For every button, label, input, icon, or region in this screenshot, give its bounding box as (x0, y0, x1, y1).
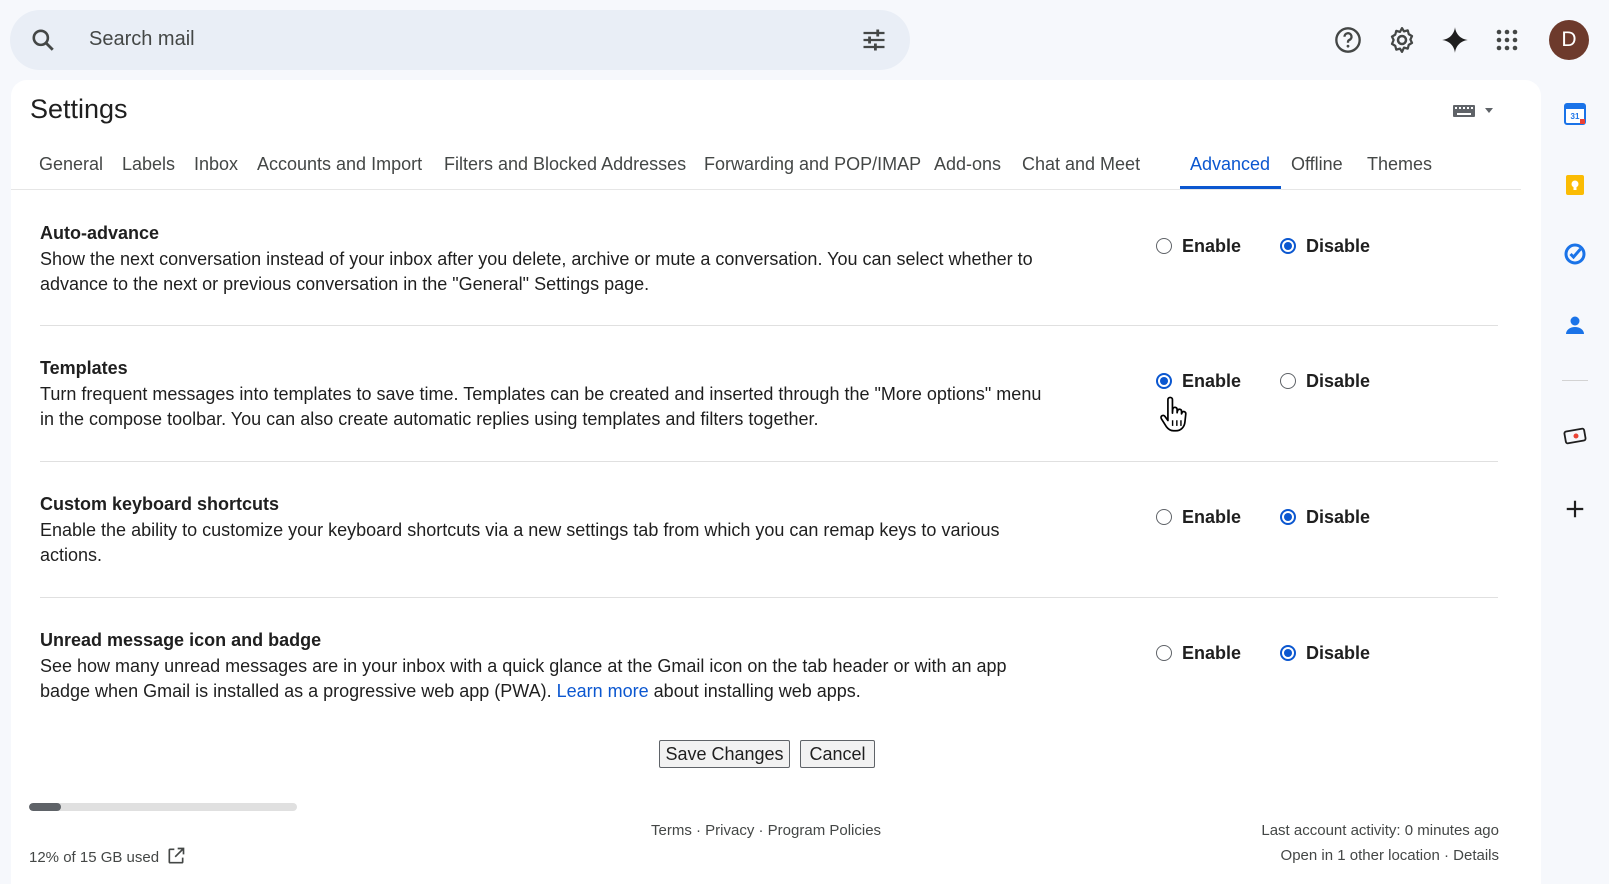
setting-description: Turn frequent messages into templates to… (40, 384, 1042, 429)
page-title: Settings (30, 94, 128, 124)
ticket-icon[interactable] (1562, 423, 1588, 449)
divider (40, 597, 1498, 598)
last-activity: Last account activity: 0 minutes ago (1261, 822, 1499, 839)
settings-tabs: General Labels Inbox Accounts and Import… (11, 140, 1521, 190)
keyboard-icon[interactable] (1451, 102, 1497, 120)
setting-description: Show the next conversation instead of yo… (40, 249, 1033, 294)
hand-cursor-icon (1160, 396, 1187, 432)
setting-description: See how many unread messages are in your… (40, 654, 1050, 704)
footer-links[interactable]: Terms · Privacy · Program Policies (651, 822, 881, 839)
disable-radio[interactable] (1280, 373, 1296, 389)
apps-icon[interactable] (1491, 24, 1523, 56)
tab-chat-and-meet[interactable]: Chat and Meet (1022, 154, 1140, 175)
keep-icon[interactable] (1562, 172, 1588, 198)
tab-advanced[interactable]: Advanced (1190, 154, 1270, 175)
disable-radio[interactable] (1280, 645, 1296, 661)
avatar[interactable]: D (1549, 20, 1589, 60)
add-icon[interactable] (1562, 496, 1588, 522)
setting-title: Templates (40, 358, 128, 378)
disable-label[interactable]: Disable (1306, 371, 1370, 392)
setting-description: Enable the ability to customize your key… (40, 520, 1000, 565)
search-bar[interactable]: Search mail (10, 10, 910, 70)
enable-label[interactable]: Enable (1182, 371, 1241, 392)
setting-title: Unread message icon and badge (40, 630, 322, 650)
tab-themes[interactable]: Themes (1367, 154, 1432, 175)
learn-more-link[interactable]: Learn more (557, 681, 649, 701)
tune-icon[interactable] (860, 26, 888, 54)
calendar-icon[interactable]: 31 (1562, 101, 1588, 127)
enable-label[interactable]: Enable (1182, 643, 1241, 664)
cancel-button[interactable]: Cancel (800, 740, 875, 768)
open-external-icon[interactable] (166, 846, 186, 866)
side-divider (1562, 380, 1588, 381)
search-icon[interactable] (30, 27, 56, 53)
tab-labels[interactable]: Labels (122, 154, 175, 175)
enable-radio[interactable] (1156, 238, 1172, 254)
tab-accounts-and-import[interactable]: Accounts and Import (257, 154, 422, 175)
setting-title: Custom keyboard shortcuts (40, 494, 280, 514)
tab-forwarding[interactable]: Forwarding and POP/IMAP (704, 154, 921, 175)
save-changes-button[interactable]: Save Changes (659, 740, 790, 768)
svg-text:31: 31 (1571, 112, 1580, 121)
disable-radio[interactable] (1280, 238, 1296, 254)
enable-label[interactable]: Enable (1182, 507, 1241, 528)
tasks-icon[interactable] (1562, 241, 1588, 267)
storage-bar (29, 803, 297, 811)
tab-filters[interactable]: Filters and Blocked Addresses (444, 154, 686, 175)
tab-general[interactable]: General (39, 154, 103, 175)
enable-radio[interactable] (1156, 373, 1172, 389)
setting-description-text-after: about installing web apps. (653, 681, 861, 701)
disable-label[interactable]: Disable (1306, 643, 1370, 664)
tab-offline[interactable]: Offline (1291, 154, 1343, 175)
setting-description-text: See how many unread messages are in your… (40, 656, 1007, 701)
enable-label[interactable]: Enable (1182, 236, 1241, 257)
disable-label[interactable]: Disable (1306, 236, 1370, 257)
disable-label[interactable]: Disable (1306, 507, 1370, 528)
tab-inbox[interactable]: Inbox (194, 154, 238, 175)
disable-radio[interactable] (1280, 509, 1296, 525)
divider (40, 461, 1498, 462)
search-input[interactable]: Search mail (89, 28, 195, 51)
enable-radio[interactable] (1156, 645, 1172, 661)
setting-title: Auto-advance (40, 223, 160, 243)
help-icon[interactable] (1332, 24, 1364, 56)
storage-fill (29, 803, 62, 811)
gemini-icon[interactable] (1439, 24, 1471, 56)
active-tab-indicator (1180, 186, 1281, 189)
storage-text: 12% of 15 GB used (29, 849, 160, 866)
divider (40, 325, 1498, 326)
other-location[interactable]: Open in 1 other location · Details (1281, 847, 1499, 864)
enable-radio[interactable] (1156, 509, 1172, 525)
tab-add-ons[interactable]: Add-ons (934, 154, 1001, 175)
contacts-icon[interactable] (1562, 312, 1588, 338)
gear-icon[interactable] (1386, 24, 1418, 56)
